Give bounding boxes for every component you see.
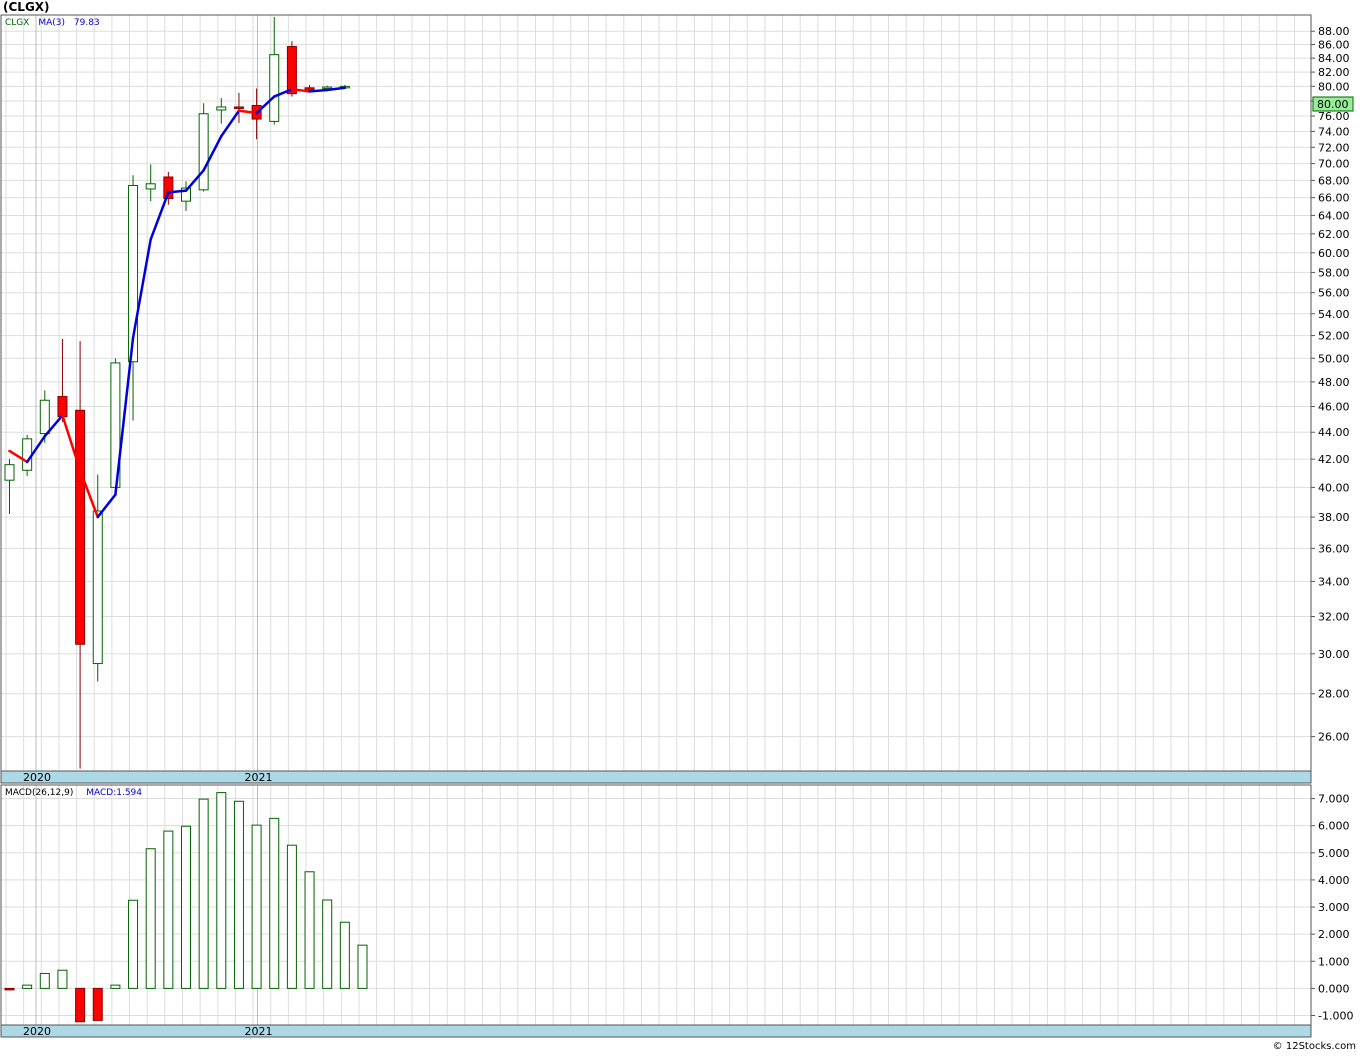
y-tick-label: 34.00 xyxy=(1318,575,1350,588)
y-tick-label: 80.00 xyxy=(1318,80,1350,93)
y-tick-label: 88.00 xyxy=(1318,25,1350,38)
y-tick-label: 36.00 xyxy=(1318,542,1350,555)
stock-chart: 26.00 28.00 30.00 32.00 34.00 36.00 38.00 40.00… xyxy=(0,14,1354,1038)
macd-panel-frame xyxy=(0,784,1312,1026)
macd-bar xyxy=(233,800,244,989)
y-tick-label: 42.00 xyxy=(1318,453,1350,466)
macd-bar xyxy=(57,969,68,989)
macd-bar xyxy=(304,871,315,989)
macd-bar xyxy=(4,987,15,991)
macd-bar xyxy=(251,824,262,989)
y-tick-label: 66.00 xyxy=(1318,192,1350,205)
macd-bar xyxy=(39,972,50,989)
macd-bar xyxy=(286,844,297,989)
legend-symbol: CLGX xyxy=(5,18,29,28)
price-date-axis-band xyxy=(0,770,1312,784)
macd-bar xyxy=(216,792,227,989)
y-tick-label: 86.00 xyxy=(1318,39,1350,52)
ma3-segment xyxy=(308,88,329,93)
legend-ma-label: MA(3) xyxy=(38,18,65,28)
y-tick-label: 74.00 xyxy=(1318,125,1350,138)
legend-macd-label: MACD(26,12,9) xyxy=(5,788,73,798)
ma3-segment xyxy=(220,109,241,138)
price-grid xyxy=(1,15,1311,771)
y-tick-label: 64.00 xyxy=(1318,209,1350,222)
macd-bar xyxy=(198,798,209,989)
macd-bar xyxy=(357,944,368,989)
legend-macd-value: MACD:1.594 xyxy=(86,788,142,798)
y-tick-label: 54.00 xyxy=(1318,308,1350,321)
macd-y-tick-label: 2.000 xyxy=(1318,928,1350,941)
macd-bar xyxy=(75,987,86,1023)
macd-y-tick-label: 6.000 xyxy=(1318,820,1350,833)
legend-ma-value: 79.83 xyxy=(74,18,100,28)
macd-y-tick-label: 7.000 xyxy=(1318,793,1350,806)
y-tick-label: 62.00 xyxy=(1318,228,1350,241)
macd-bar xyxy=(128,899,139,989)
ma3-line xyxy=(8,86,347,519)
macd-y-tick-label: 3.000 xyxy=(1318,901,1350,914)
y-tick-label: 52.00 xyxy=(1318,330,1350,343)
svg-text:CLGX MA(3) 79.83: CLGX MA(3) 79.83 xyxy=(5,18,100,28)
macd-date-axis-band xyxy=(0,1024,1312,1038)
y-tick-label: 26.00 xyxy=(1318,731,1350,744)
macd-bar xyxy=(322,899,333,989)
macd-bar xyxy=(110,984,121,989)
macd-x-year-label: 2020 xyxy=(23,1025,51,1038)
price-panel-frame xyxy=(0,14,1312,772)
y-tick-label: 56.00 xyxy=(1318,287,1350,300)
y-tick-label: 30.00 xyxy=(1318,648,1350,661)
x-year-label: 2020 xyxy=(23,771,51,784)
y-tick-label: 84.00 xyxy=(1318,52,1350,65)
y-tick-label: 38.00 xyxy=(1318,511,1350,524)
candle xyxy=(198,103,209,192)
y-tick-label: 60.00 xyxy=(1318,247,1350,260)
y-tick-label: 70.00 xyxy=(1318,158,1350,171)
macd-bar xyxy=(181,825,191,989)
x-year-label: 2021 xyxy=(244,771,272,784)
y-tick-label: 58.00 xyxy=(1318,266,1350,279)
y-tick-label: 40.00 xyxy=(1318,481,1350,494)
y-tick-label: 44.00 xyxy=(1318,426,1350,439)
ma3-segment xyxy=(167,189,188,194)
y-tick-label: 68.00 xyxy=(1318,174,1350,187)
last-price-label: 80.00 xyxy=(1317,98,1349,111)
macd-y-tick-label: -1.000 xyxy=(1318,1010,1353,1023)
macd-bar xyxy=(22,984,33,989)
y-tick-label: 72.00 xyxy=(1318,141,1350,154)
copyright-footer: © 12Stocks.com xyxy=(1272,1041,1356,1052)
macd-bar xyxy=(339,921,350,989)
macd-bar xyxy=(163,830,174,989)
macd-y-tick-label: 1.000 xyxy=(1318,955,1350,968)
macd-x-year-label: 2021 xyxy=(244,1025,272,1038)
macd-bar xyxy=(145,848,156,989)
macd-y-tick-label: 5.000 xyxy=(1318,847,1350,860)
macd-bar xyxy=(269,817,280,989)
macd-y-tick-label: 4.000 xyxy=(1318,874,1350,887)
macd-bar xyxy=(92,987,103,1021)
macd-grid xyxy=(1,785,1311,1025)
y-tick-label: 46.00 xyxy=(1318,401,1350,414)
y-tick-label: 32.00 xyxy=(1318,610,1350,623)
y-tick-label: 76.00 xyxy=(1318,110,1350,123)
y-tick-label: 28.00 xyxy=(1318,688,1350,701)
macd-y-tick-label: 0.000 xyxy=(1318,982,1350,995)
svg-text:MACD(26,12,9) MACD:1.594: MACD(26,12,9) MACD:1.594 xyxy=(5,788,142,798)
ma3-segment xyxy=(96,493,117,519)
y-tick-label: 48.00 xyxy=(1318,376,1350,389)
y-tick-label: 50.00 xyxy=(1318,352,1350,365)
macd-y-axis: -1.000 0.000 1.000 2.000 3.000 4.000 5.000 6.00… xyxy=(1311,793,1353,1023)
price-y-axis: 26.00 28.00 30.00 32.00 34.00 36.00 38.00 40.00… xyxy=(1311,25,1350,744)
candlesticks xyxy=(4,16,350,769)
y-tick-label: 82.00 xyxy=(1318,66,1350,79)
